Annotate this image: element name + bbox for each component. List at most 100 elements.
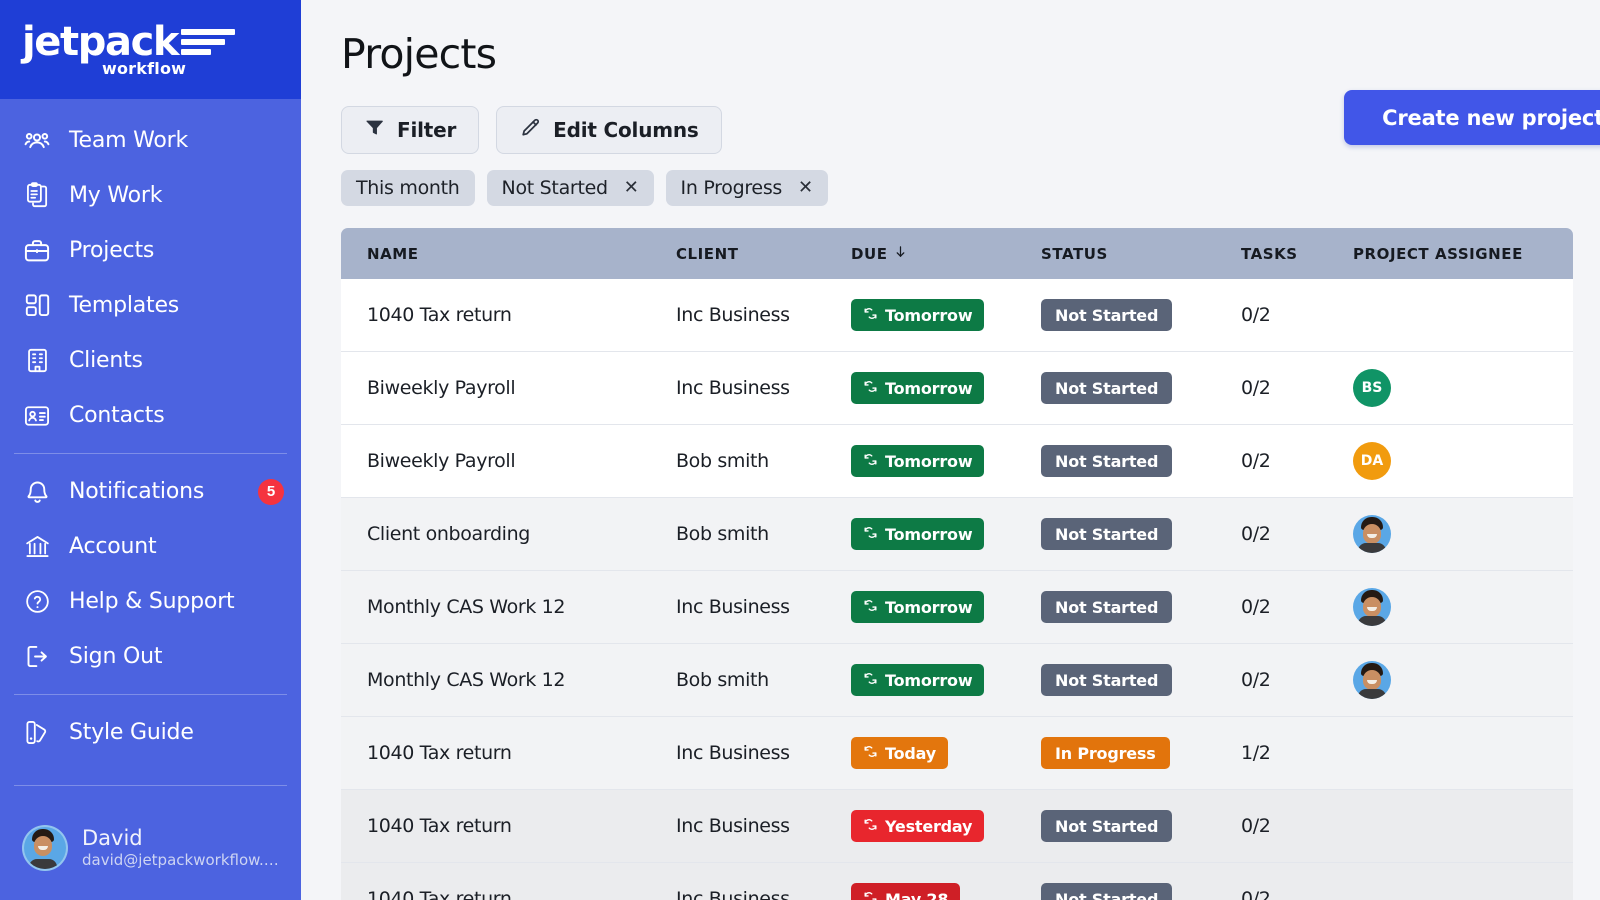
cell-name[interactable]: 1040 Tax return [341, 742, 676, 764]
sidebar-item-team-work[interactable]: Team Work [0, 113, 301, 168]
status-badge[interactable]: Not Started [1041, 299, 1173, 331]
column-header-status[interactable]: STATUS [1041, 245, 1241, 263]
sidebar-user-profile[interactable]: David david@jetpackworkflow.… [0, 796, 301, 900]
sidebar-item-clients[interactable]: Clients [0, 333, 301, 388]
main-content: Projects Filter Edit Columns Create new … [301, 0, 1600, 900]
column-header-tasks[interactable]: TASKS [1241, 245, 1353, 263]
sidebar-item-label: Projects [69, 238, 155, 263]
avatar[interactable]: BS [1353, 369, 1391, 407]
close-icon[interactable]: ✕ [798, 179, 813, 197]
cell-due: May 28 [851, 883, 1041, 900]
filter-chip-in-progress[interactable]: In Progress ✕ [665, 170, 828, 206]
cell-assignee: DA [1353, 442, 1563, 480]
sidebar-item-label: Help & Support [69, 589, 235, 614]
sidebar-item-label: My Work [69, 183, 163, 208]
due-badge[interactable]: Today [851, 737, 948, 769]
cell-name[interactable]: 1040 Tax return [341, 888, 676, 900]
sidebar-item-contacts[interactable]: Contacts [0, 388, 301, 443]
client-name: Inc Business [676, 815, 790, 837]
status-badge[interactable]: Not Started [1041, 445, 1173, 477]
filter-button[interactable]: Filter [341, 106, 480, 154]
due-badge[interactable]: Tomorrow [851, 664, 985, 696]
sidebar-item-label: Team Work [69, 128, 189, 153]
sidebar-item-templates[interactable]: Templates [0, 278, 301, 333]
sidebar-item-sign-out[interactable]: Sign Out [0, 629, 301, 684]
due-badge[interactable]: Tomorrow [851, 591, 985, 623]
table-row[interactable]: 1040 Tax return Inc Business Yesterday Not … [341, 790, 1573, 863]
sidebar-item-projects[interactable]: Projects [0, 223, 301, 278]
avatar[interactable]: DA [1353, 442, 1391, 480]
due-badge[interactable]: Yesterday [851, 810, 985, 842]
project-name: 1040 Tax return [367, 304, 512, 326]
arrow-down-icon [893, 244, 908, 263]
cell-client: Inc Business [676, 815, 851, 837]
table-row[interactable]: Client onboarding Bob smith Tomorrow Not St… [341, 498, 1573, 571]
due-label: Tomorrow [885, 451, 973, 471]
column-header-due[interactable]: DUE [851, 244, 1041, 263]
cell-client: Inc Business [676, 742, 851, 764]
status-badge[interactable]: Not Started [1041, 518, 1173, 550]
cell-name[interactable]: Monthly CAS Work 12 [341, 669, 676, 691]
due-badge[interactable]: Tomorrow [851, 518, 985, 550]
cell-name[interactable]: Monthly CAS Work 12 [341, 596, 676, 618]
cell-tasks: 1/2 [1241, 742, 1353, 764]
column-header-client[interactable]: CLIENT [676, 245, 851, 263]
tasks-count: 1/2 [1241, 742, 1271, 764]
sidebar-item-label: Contacts [69, 403, 165, 428]
cell-tasks: 0/2 [1241, 304, 1353, 326]
status-badge[interactable]: Not Started [1041, 591, 1173, 623]
cell-due: Yesterday [851, 810, 1041, 842]
sidebar-item-account[interactable]: Account [0, 519, 301, 574]
sidebar-item-style-guide[interactable]: Style Guide [0, 705, 301, 760]
filter-chip-not-started[interactable]: Not Started ✕ [486, 170, 654, 206]
table-row[interactable]: Monthly CAS Work 12 Bob smith Tomorrow Not … [341, 644, 1573, 717]
status-badge[interactable]: Not Started [1041, 810, 1173, 842]
due-badge[interactable]: May 28 [851, 883, 961, 900]
cell-client: Bob smith [676, 523, 851, 545]
filter-chip-label: Not Started [501, 177, 609, 199]
due-label: Yesterday [885, 816, 973, 836]
sidebar-item-my-work[interactable]: My Work [0, 168, 301, 223]
status-badge[interactable]: Not Started [1041, 664, 1173, 696]
cell-name[interactable]: Biweekly Payroll [341, 450, 676, 472]
table-row[interactable]: 1040 Tax return Inc Business Today In Progr… [341, 717, 1573, 790]
due-badge[interactable]: Tomorrow [851, 372, 985, 404]
status-badge[interactable]: Not Started [1041, 883, 1173, 900]
building-icon [22, 346, 52, 376]
tasks-count: 0/2 [1241, 596, 1271, 618]
avatar[interactable] [1353, 588, 1391, 626]
cell-name[interactable]: Client onboarding [341, 523, 676, 545]
cell-name[interactable]: 1040 Tax return [341, 815, 676, 837]
due-badge[interactable]: Tomorrow [851, 299, 985, 331]
status-badge[interactable]: In Progress [1041, 737, 1170, 769]
recurring-icon [863, 598, 878, 617]
create-new-project-button[interactable]: Create new project [1344, 90, 1600, 145]
question-circle-icon [22, 587, 52, 617]
cell-name[interactable]: 1040 Tax return [341, 304, 676, 326]
column-header-assignee[interactable]: PROJECT ASSIGNEE [1353, 245, 1563, 263]
table-row[interactable]: Biweekly Payroll Bob smith Tomorrow Not Sta… [341, 425, 1573, 498]
table-row[interactable]: 1040 Tax return Inc Business May 28 Not Sta… [341, 863, 1573, 900]
column-header-name[interactable]: NAME [341, 245, 676, 263]
brand-logo[interactable]: jetpack workflow [0, 0, 301, 99]
table-row[interactable]: 1040 Tax return Inc Business Tomorrow Not S… [341, 279, 1573, 352]
sidebar-item-notifications[interactable]: Notifications 5 [0, 464, 301, 519]
bank-icon [22, 532, 52, 562]
cell-name[interactable]: Biweekly Payroll [341, 377, 676, 399]
table-row[interactable]: Monthly CAS Work 12 Inc Business Tomorrow N… [341, 571, 1573, 644]
layout-grid-icon [22, 291, 52, 321]
edit-columns-button[interactable]: Edit Columns [496, 106, 722, 154]
avatar[interactable] [1353, 515, 1391, 553]
sidebar-item-help-support[interactable]: Help & Support [0, 574, 301, 629]
cell-assignee [1353, 661, 1563, 699]
bell-icon [22, 477, 52, 507]
recurring-icon [863, 306, 878, 325]
cell-due: Today [851, 737, 1041, 769]
filter-chip-this-month[interactable]: This month [341, 170, 475, 206]
table-row[interactable]: Biweekly Payroll Inc Business Tomorrow Not … [341, 352, 1573, 425]
avatar[interactable] [1353, 661, 1391, 699]
recurring-icon [863, 452, 878, 471]
due-badge[interactable]: Tomorrow [851, 445, 985, 477]
status-badge[interactable]: Not Started [1041, 372, 1173, 404]
close-icon[interactable]: ✕ [624, 179, 639, 197]
